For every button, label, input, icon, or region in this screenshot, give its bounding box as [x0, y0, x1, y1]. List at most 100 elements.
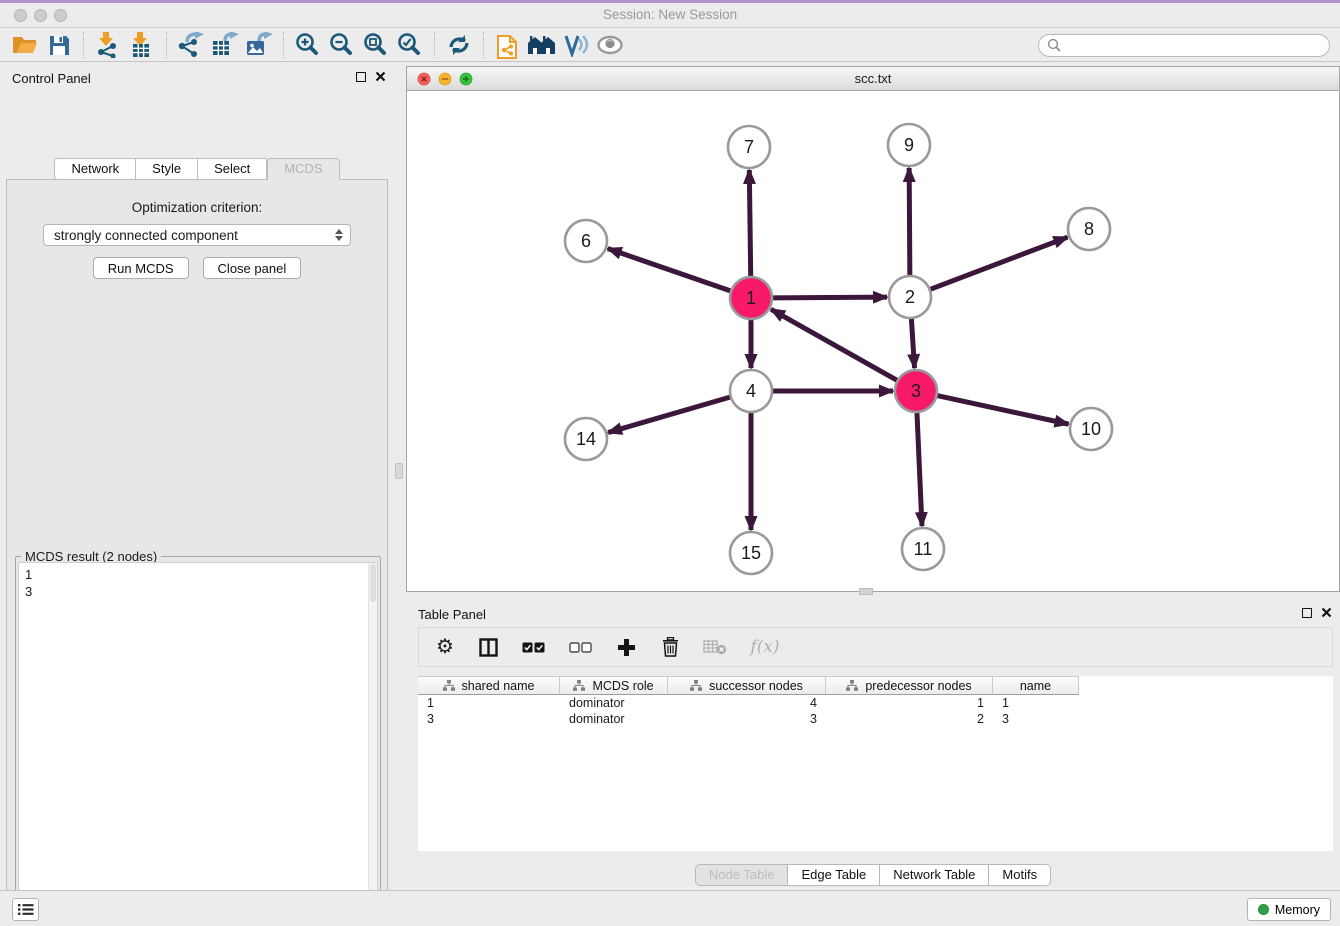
cell-successor-nodes[interactable]: 4	[668, 695, 826, 711]
home-layout-button[interactable]	[525, 31, 559, 59]
tab-network-table[interactable]: Network Table	[880, 864, 989, 886]
tab-network[interactable]: Network	[54, 158, 136, 180]
graph-node-label-2: 2	[905, 287, 915, 307]
memory-button[interactable]: Memory	[1247, 898, 1331, 921]
search-field	[1038, 34, 1330, 57]
tab-node-table[interactable]: Node Table	[695, 864, 789, 886]
column-header-name[interactable]: name	[993, 676, 1079, 695]
show-hide-button[interactable]	[593, 31, 627, 59]
graph-edge-3-10[interactable]	[937, 395, 1069, 424]
unchecked-boxes-icon	[569, 642, 592, 653]
vizmapper-button[interactable]	[559, 31, 593, 59]
zoom-in-icon	[295, 32, 321, 58]
float-panel-icon[interactable]	[1302, 608, 1312, 618]
graph-edge-4-14[interactable]	[608, 397, 731, 433]
export-image-button[interactable]	[242, 31, 276, 59]
table-row[interactable]: 1 dominator 4 1 1	[418, 695, 1333, 711]
column-header-predecessor-nodes[interactable]: predecessor nodes	[826, 676, 993, 695]
network-graph[interactable]: 7968124314101511	[407, 91, 1339, 591]
delete-column-button[interactable]	[658, 633, 682, 661]
graph-node-label-14: 14	[576, 429, 596, 449]
result-scrollbar[interactable]	[368, 563, 377, 926]
export-table-button[interactable]	[208, 31, 242, 59]
cell-mcds-role[interactable]: dominator	[560, 695, 668, 711]
cell-mcds-role[interactable]: dominator	[560, 711, 668, 727]
control-panel-tabs: Network Style Select MCDS	[0, 158, 394, 180]
run-mcds-button[interactable]: Run MCDS	[93, 257, 189, 279]
zoom-fit-button[interactable]	[359, 31, 393, 59]
network-window-titlebar[interactable]: scc.txt	[407, 67, 1339, 91]
vertical-splitter-handle[interactable]	[395, 463, 403, 479]
toolbar-separator	[434, 32, 435, 58]
close-panel-icon[interactable]	[375, 71, 386, 82]
tab-select[interactable]: Select	[198, 158, 267, 180]
table-panel-tabs: Node Table Edge Table Network Table Moti…	[406, 864, 1340, 886]
plus-icon	[617, 638, 636, 657]
cell-name[interactable]: 3	[993, 711, 1079, 727]
export-image-icon	[245, 32, 273, 58]
tab-motifs[interactable]: Motifs	[989, 864, 1051, 886]
tab-edge-table[interactable]: Edge Table	[788, 864, 880, 886]
function-builder-button[interactable]: f(x)	[748, 633, 782, 661]
cell-shared-name[interactable]: 1	[418, 695, 560, 711]
search-input[interactable]	[1067, 38, 1321, 53]
cell-shared-name[interactable]: 3	[418, 711, 560, 727]
refresh-view-button[interactable]	[442, 31, 476, 59]
import-network-button[interactable]	[91, 31, 125, 59]
criterion-select[interactable]: strongly connected component	[43, 224, 351, 246]
table-row[interactable]: 3 dominator 3 2 3	[418, 711, 1333, 727]
open-folder-icon	[12, 34, 38, 56]
create-column-button[interactable]	[613, 633, 639, 661]
cell-predecessor-nodes[interactable]: 1	[826, 695, 993, 711]
graph-edge-2-8[interactable]	[930, 237, 1068, 289]
import-table-button[interactable]	[125, 31, 159, 59]
import-table-icon	[129, 32, 155, 58]
column-header-successor-nodes[interactable]: successor nodes	[668, 676, 826, 695]
graph-edge-2-3[interactable]	[911, 318, 914, 368]
graph-edge-2-9[interactable]	[909, 168, 910, 276]
attribute-tree-icon	[690, 680, 702, 691]
table-settings-button[interactable]: ⚙	[433, 633, 457, 661]
graph-node-label-10: 10	[1081, 419, 1101, 439]
column-header-shared-name[interactable]: shared name	[418, 676, 560, 695]
zoom-in-button[interactable]	[291, 31, 325, 59]
search-icon	[1047, 38, 1061, 52]
zoom-out-button[interactable]	[325, 31, 359, 59]
unselect-all-columns-button[interactable]	[566, 633, 594, 661]
open-session-button[interactable]	[8, 31, 42, 59]
memory-status-icon	[1258, 904, 1269, 915]
zoom-selected-button[interactable]	[393, 31, 427, 59]
graph-edge-1-2[interactable]	[772, 297, 887, 298]
export-network-button[interactable]	[174, 31, 208, 59]
select-all-columns-button[interactable]	[519, 633, 547, 661]
mcds-result-textarea[interactable]: 1 3	[18, 562, 378, 926]
attribute-tree-icon	[573, 680, 585, 691]
column-header-mcds-role[interactable]: MCDS role	[560, 676, 668, 695]
graph-edge-1-6[interactable]	[608, 249, 731, 292]
float-panel-icon[interactable]	[356, 72, 366, 82]
new-network-button[interactable]	[491, 31, 525, 59]
export-table-icon	[211, 32, 239, 58]
save-session-button[interactable]	[42, 31, 76, 59]
checked-boxes-icon	[522, 642, 545, 653]
graph-node-label-11: 11	[914, 539, 933, 559]
cell-name[interactable]: 1	[993, 695, 1079, 711]
graph-node-label-3: 3	[911, 381, 921, 401]
close-panel-icon[interactable]	[1321, 607, 1332, 618]
tab-mcds[interactable]: MCDS	[267, 158, 339, 180]
graph-edge-1-7[interactable]	[749, 170, 750, 277]
graph-edge-3-1[interactable]	[771, 309, 898, 380]
tab-style[interactable]: Style	[136, 158, 198, 180]
task-history-button[interactable]	[12, 898, 39, 921]
window-resize-grip[interactable]	[859, 588, 873, 595]
network-window-title: scc.txt	[407, 71, 1339, 86]
delete-table-button[interactable]	[701, 633, 729, 661]
session-title: Session: New Session	[0, 7, 1340, 22]
show-columns-button[interactable]	[476, 633, 500, 661]
cell-successor-nodes[interactable]: 3	[668, 711, 826, 727]
node-table-header: shared name MCDS role successor nodes	[418, 676, 1333, 695]
cell-predecessor-nodes[interactable]: 2	[826, 711, 993, 727]
result-scrollbar-thumb[interactable]	[370, 564, 376, 602]
graph-edge-3-11[interactable]	[917, 412, 922, 526]
close-panel-button[interactable]: Close panel	[203, 257, 302, 279]
